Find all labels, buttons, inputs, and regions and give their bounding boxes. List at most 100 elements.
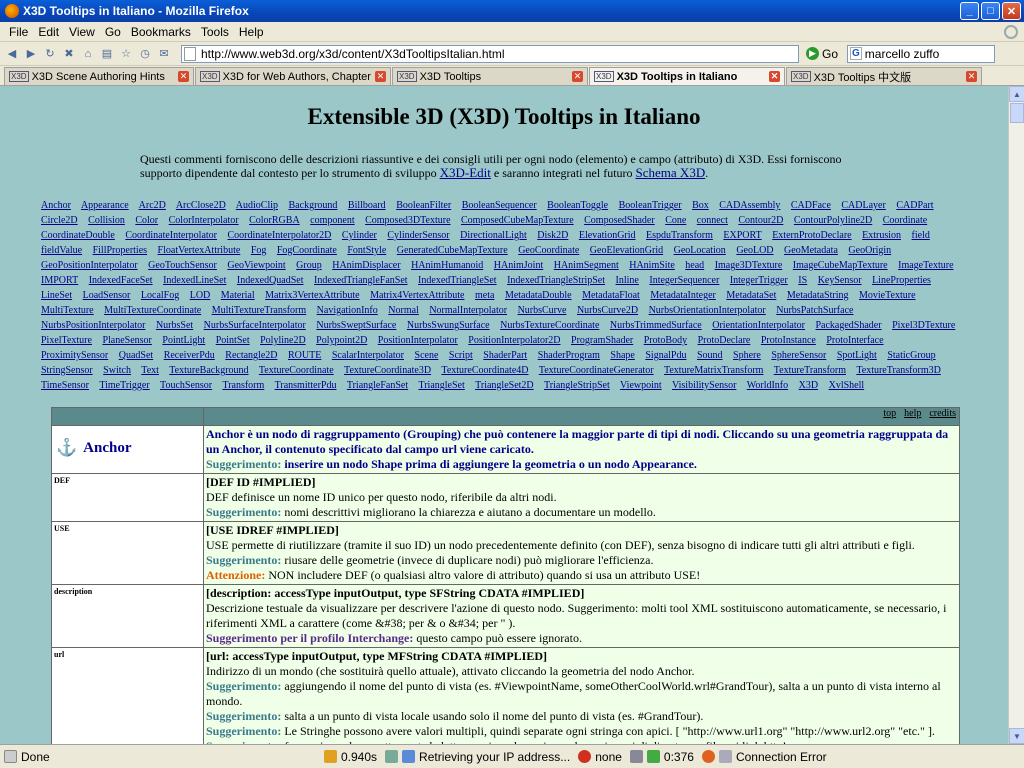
node-link[interactable]: CoordinateInterpolator [125,230,217,241]
tab-close-icon[interactable]: ✕ [572,71,583,82]
node-link[interactable]: SpotLight [837,350,877,361]
node-link[interactable]: NavigationInfo [317,305,378,316]
node-link[interactable]: TransmitterPdu [275,380,337,391]
node-link[interactable]: TouchSensor [160,380,212,391]
node-link[interactable]: ColorInterpolator [169,215,239,226]
node-link[interactable]: CylinderSensor [387,230,449,241]
node-link[interactable]: fieldValue [41,245,82,256]
node-link[interactable]: PlaneSensor [102,335,151,346]
node-link[interactable]: Matrix4VertexAttribute [370,290,464,301]
node-link[interactable]: ProximitySensor [41,350,108,361]
node-link[interactable]: TextureCoordinate4D [441,365,528,376]
node-link[interactable]: EXPORT [723,230,761,241]
node-link[interactable]: CADPart [896,200,933,211]
node-link[interactable]: AudioClip [236,200,278,211]
node-link[interactable]: IndexedLineSet [163,275,226,286]
node-link[interactable]: ComposedCubeMapTexture [461,215,574,226]
node-link[interactable]: Background [289,200,338,211]
tab-close-icon[interactable]: ✕ [375,71,386,82]
node-link[interactable]: GeneratedCubeMapTexture [397,245,508,256]
node-link[interactable]: Color [135,215,158,226]
tab-x3d-tooltips-italiano[interactable]: X3D X3D Tooltips in Italiano ✕ [589,67,785,85]
node-link[interactable]: ArcClose2D [176,200,226,211]
node-link[interactable]: MetadataInteger [650,290,716,301]
node-link[interactable]: ShaderPart [483,350,527,361]
node-link[interactable]: FogCoordinate [277,245,337,256]
vertical-scrollbar[interactable]: ▲ ▼ [1008,86,1024,744]
print-icon[interactable]: ▤ [99,46,115,62]
node-link[interactable]: TriangleSet [418,380,464,391]
tab-close-icon[interactable]: ✕ [966,71,977,82]
node-link[interactable]: IndexedTriangleFanSet [314,275,408,286]
node-link[interactable]: GeoLOD [736,245,773,256]
node-link[interactable]: NurbsSurfaceInterpolator [204,320,306,331]
node-link[interactable]: head [685,260,704,271]
node-link[interactable]: SphereSensor [771,350,826,361]
node-link[interactable]: FontStyle [347,245,386,256]
node-link[interactable]: PointLight [162,335,205,346]
node-link[interactable]: NormalInterpolator [429,305,507,316]
node-link[interactable]: Viewpoint [620,380,662,391]
node-link[interactable]: PositionInterpolator [378,335,458,346]
node-link[interactable]: connect [697,215,728,226]
node-link[interactable]: GeoLocation [674,245,726,256]
node-link[interactable]: HAnimHumanoid [411,260,483,271]
tab-x3d-tooltips[interactable]: X3D X3D Tooltips ✕ [392,67,588,85]
search-box[interactable]: G marcello zuffo [847,44,996,63]
node-link[interactable]: XvlShell [829,380,865,391]
node-link[interactable]: ComposedShader [584,215,655,226]
node-link[interactable]: NurbsSwungSurface [407,320,490,331]
node-link[interactable]: TriangleStripSet [544,380,610,391]
node-link[interactable]: TextureBackground [169,365,248,376]
node-link[interactable]: component [310,215,354,226]
node-link[interactable]: Matrix3VertexAttribute [265,290,359,301]
top-link[interactable]: top [883,408,896,419]
tab-scene-authoring-hints[interactable]: X3D X3D Scene Authoring Hints ✕ [4,67,194,85]
node-link[interactable]: NurbsCurve2D [577,305,638,316]
node-link[interactable]: ExternProtoDeclare [772,230,851,241]
scroll-down-icon[interactable]: ▼ [1009,728,1024,744]
node-link[interactable]: ProtoDeclare [698,335,751,346]
x3d-edit-link[interactable]: X3D-Edit [440,165,491,180]
node-link[interactable]: BooleanFilter [396,200,451,211]
node-link[interactable]: CoordinateInterpolator2D [228,230,332,241]
menu-help[interactable]: Help [234,25,269,39]
tab-x3d-tooltips-chinese[interactable]: X3D X3D Tooltips 中文版 ✕ [786,67,982,85]
node-link[interactable]: PositionInterpolator2D [468,335,560,346]
node-link[interactable]: MultiTextureCoordinate [104,305,201,316]
node-link[interactable]: NurbsTextureCoordinate [500,320,599,331]
node-link[interactable]: HAnimJoint [494,260,543,271]
tab-close-icon[interactable]: ✕ [769,71,780,82]
node-link[interactable]: Text [141,365,159,376]
node-link[interactable]: ProgramShader [571,335,633,346]
home-icon[interactable]: ⌂ [80,46,96,62]
node-link[interactable]: Group [296,260,322,271]
node-link[interactable]: BooleanSequencer [462,200,537,211]
close-button[interactable]: ✕ [1002,2,1021,20]
node-link[interactable]: IndexedTriangleStripSet [507,275,605,286]
menu-go[interactable]: Go [100,25,126,39]
node-link[interactable]: TriangleFanSet [347,380,408,391]
node-link[interactable]: NurbsCurve [518,305,567,316]
node-link[interactable]: FillProperties [93,245,147,256]
node-link[interactable]: CoordinateDouble [41,230,115,241]
node-link[interactable]: CADFace [791,200,831,211]
node-link[interactable]: Switch [103,365,131,376]
node-link[interactable]: GeoViewpoint [227,260,285,271]
node-link[interactable]: Circle2D [41,215,78,226]
node-link[interactable]: Inline [616,275,639,286]
node-link[interactable]: Appearance [81,200,129,211]
node-link[interactable]: meta [475,290,494,301]
node-link[interactable]: Fog [251,245,267,256]
menu-tools[interactable]: Tools [196,25,234,39]
node-link[interactable]: LOD [190,290,211,301]
node-link[interactable]: Script [449,350,473,361]
node-link[interactable]: CADAssembly [719,200,780,211]
node-link[interactable]: Disk2D [537,230,568,241]
node-link[interactable]: ImageTexture [898,260,953,271]
menu-bookmarks[interactable]: Bookmarks [126,25,196,39]
node-link[interactable]: NurbsPositionInterpolator [41,320,145,331]
node-link[interactable]: Rectangle2D [225,350,277,361]
node-link[interactable]: MetadataSet [726,290,776,301]
back-icon[interactable]: ◀ [4,46,20,62]
